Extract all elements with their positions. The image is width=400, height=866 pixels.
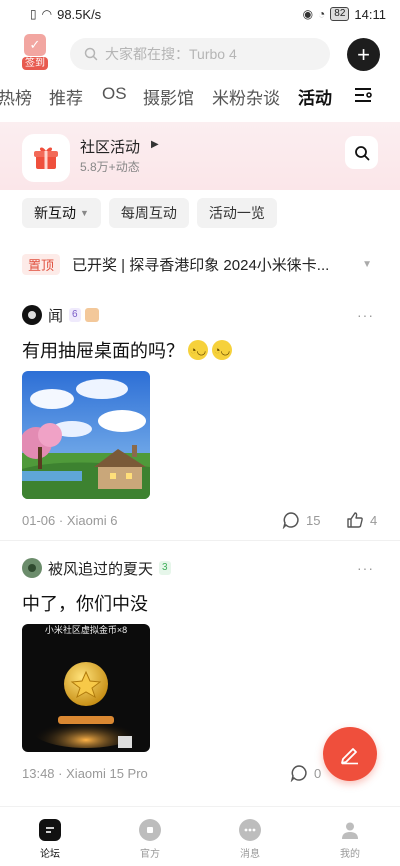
eye-icon: ◉ (302, 7, 314, 21)
checkin-button[interactable]: ✓ 签到 (20, 34, 50, 74)
official-icon (139, 819, 161, 841)
smirk-emoji-icon: ◔◡ (188, 340, 208, 360)
nav-label: 论坛 (40, 849, 60, 860)
post-image-landscape[interactable] (22, 371, 150, 499)
tab-recommend[interactable]: 推荐 (49, 84, 83, 109)
play-arrow-icon: ▶ (151, 139, 159, 150)
expand-caret-icon[interactable]: ▼ (362, 259, 372, 270)
search-input[interactable]: 大家都在搜：Turbo 4 (70, 38, 330, 70)
caret-down-icon: ▼ (80, 208, 89, 218)
post-date: 13:48 (22, 766, 55, 781)
thumbs-up-icon (347, 512, 363, 528)
post-meta-info: 01-06 · Xiaomi 6 (22, 513, 117, 528)
image-caption: 小米社区虚拟金币×8 (44, 625, 128, 635)
comment-button[interactable]: 0 (290, 764, 321, 782)
post-title: 有用抽屉桌面的吗？ (22, 341, 184, 361)
comment-icon (282, 512, 299, 529)
top-bar: ✓ 签到 大家都在搜：Turbo 4 + (0, 32, 400, 76)
filter-new-interaction[interactable]: 新互动 ▼ (22, 198, 101, 228)
smirk-emoji-icon: ◔◡ (212, 340, 232, 360)
gift-icon (22, 134, 70, 182)
avatar[interactable] (22, 305, 42, 325)
activity-banner[interactable]: 社区活动 ▶ 5.8万+动态 (0, 122, 400, 190)
more-options-icon[interactable]: ··· (357, 307, 374, 323)
search-icon (84, 47, 98, 61)
clock: 14:11 (354, 6, 386, 22)
banner-title: 社区活动 (80, 139, 141, 156)
banner-subtitle: 5.8万+动态 (80, 160, 140, 174)
comment-count: 15 (306, 512, 321, 528)
nav-messages[interactable]: 消息 (200, 807, 300, 866)
nav-forum[interactable]: 论坛 (0, 807, 100, 866)
username[interactable]: 闻 (48, 305, 63, 326)
post-device: Xiaomi 15 Pro (66, 766, 148, 781)
bottom-nav: 论坛 官方 消息 我的 (0, 806, 400, 866)
network-speed: 98.5K/s (57, 6, 102, 22)
post-title: 中了，你们中没 (22, 594, 148, 614)
comment-button[interactable]: 15 (282, 511, 320, 529)
post-title-row: 中了，你们中没 (22, 590, 378, 616)
category-tabs: 热榜 推荐 OS 摄影馆 米粉杂谈 活动 (0, 80, 400, 110)
nav-official[interactable]: 官方 (100, 807, 200, 866)
tab-fan-chat[interactable]: 米粉杂谈 (212, 84, 280, 109)
add-post-button[interactable]: + (347, 38, 380, 71)
username[interactable]: 被风追过的夏天 (48, 558, 153, 579)
speedometer-icon: ◔ (318, 7, 326, 21)
filter-all-activities[interactable]: 活动一览 (196, 198, 277, 228)
compose-post-button[interactable] (323, 727, 377, 781)
tab-photography[interactable]: 摄影馆 (143, 84, 194, 109)
level-badge: 6 (69, 308, 81, 322)
tab-os[interactable]: OS (102, 84, 127, 104)
like-count: 4 (370, 512, 378, 528)
pinned-title: 已开奖 | 探寻香港印象 2024小米徕卡... (72, 256, 330, 274)
post-card[interactable]: 闻 6 ··· 有用抽屉桌面的吗？ ◔◡ ◔◡ 01-06 · Xiaomi 6… (22, 303, 378, 531)
nav-label: 消息 (240, 849, 260, 860)
tab-activity[interactable]: 活动 (298, 84, 332, 109)
battery-indicator: 82 (330, 7, 350, 21)
post-date: 01-06 (22, 513, 56, 528)
filter-label: 新互动 (34, 205, 76, 221)
forum-icon (39, 819, 61, 841)
nav-label: 官方 (140, 849, 160, 860)
menu-icon[interactable] (354, 86, 374, 104)
sim-icon: ▯ (30, 7, 37, 21)
meta-separator: · (58, 766, 63, 781)
filter-chips: 新互动 ▼ 每周互动 活动一览 (22, 198, 277, 228)
pinned-tag: 置顶 (22, 253, 61, 275)
filter-weekly[interactable]: 每周互动 (108, 198, 189, 228)
checkin-label: 签到 (22, 57, 48, 70)
wifi-icon: ◠ (41, 7, 53, 21)
comment-count: 0 (314, 765, 322, 781)
more-options-icon[interactable]: ··· (357, 560, 374, 576)
level-badge: 3 (159, 561, 171, 575)
nav-label: 我的 (340, 849, 360, 860)
meta-separator: · (58, 513, 64, 528)
pinned-post[interactable]: 置顶 已开奖 | 探寻香港印象 2024小米徕卡... ▼ (22, 252, 378, 276)
avatar[interactable] (22, 558, 42, 578)
search-icon (354, 145, 369, 160)
post-divider (0, 540, 400, 541)
comment-icon (290, 765, 307, 782)
status-bar: ▯ ◠ 98.5K/s ◉ ◔ 82 14:11 (0, 0, 400, 28)
banner-search-button[interactable] (345, 136, 378, 169)
search-placeholder: 大家都在搜：Turbo 4 (105, 46, 237, 62)
like-button[interactable]: 4 (346, 511, 377, 529)
post-meta-info: 13:48 · Xiaomi 15 Pro (22, 766, 148, 781)
checkin-icon: ✓ (24, 34, 46, 56)
message-icon (239, 819, 261, 841)
post-device: Xiaomi 6 (66, 513, 118, 528)
post-title-row: 有用抽屉桌面的吗？ ◔◡ ◔◡ (22, 337, 378, 363)
post-image-coin-prize[interactable]: 小米社区虚拟金币×8 (22, 624, 150, 752)
tab-hot[interactable]: 热榜 (0, 84, 32, 109)
nav-profile[interactable]: 我的 (300, 807, 400, 866)
pencil-icon (341, 748, 358, 765)
person-icon (339, 819, 361, 841)
medal-icon (84, 308, 99, 322)
